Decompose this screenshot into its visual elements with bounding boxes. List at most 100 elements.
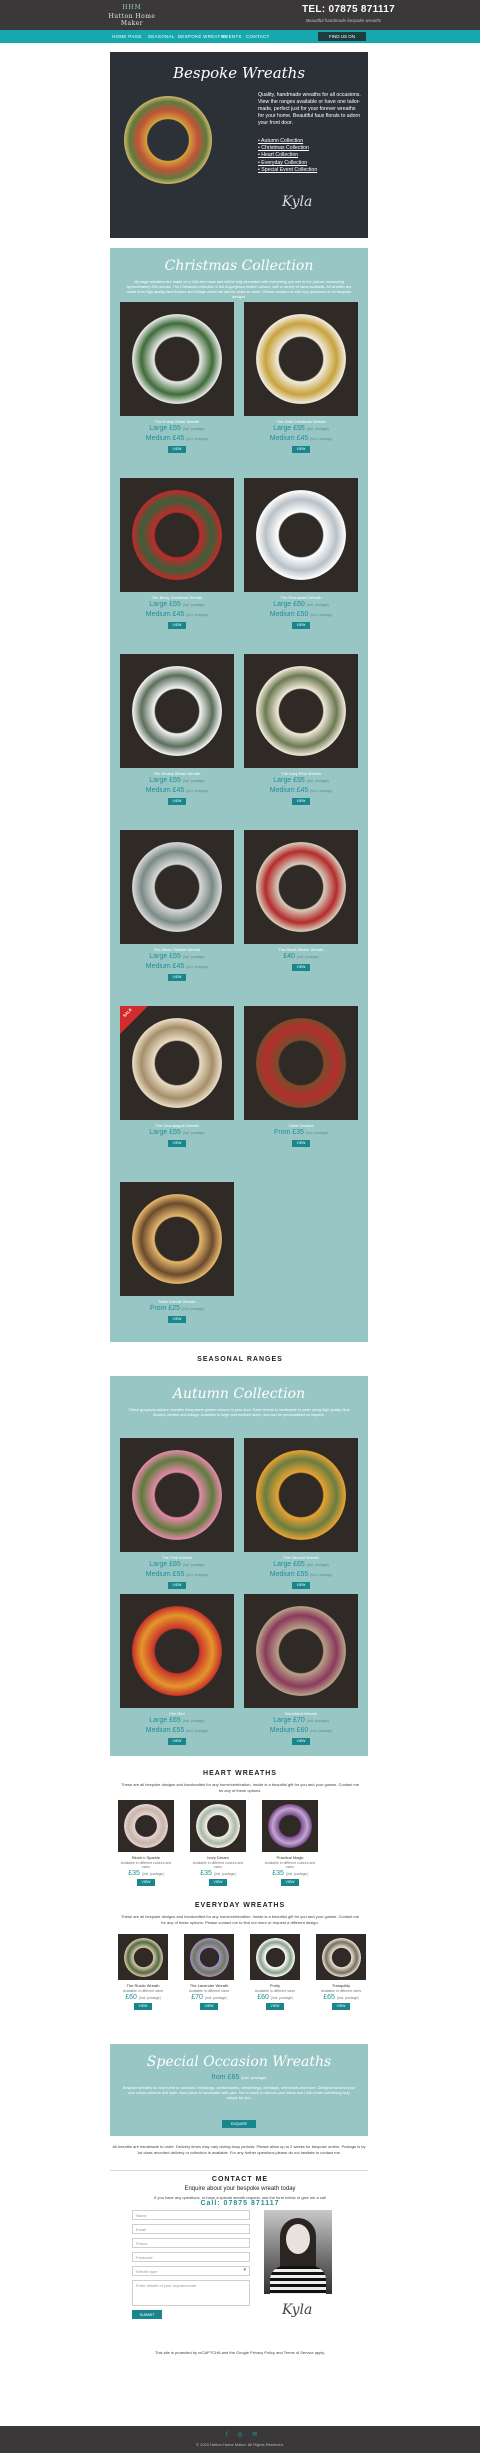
wreath-card[interactable]: SALE The Champagne Wreath Large £55 (incl.… (120, 1006, 234, 1147)
wreath-card[interactable]: The Ivory Pine Wreath Large £55 (incl. po… (244, 654, 358, 805)
view-button[interactable]: VIEW (292, 1738, 310, 1745)
price-note: (incl. postage) (182, 779, 205, 783)
wreath-photo[interactable] (244, 1594, 358, 1708)
postcode-field[interactable]: Postcode (132, 2252, 250, 2262)
wreath-photo[interactable]: SALE (120, 1006, 234, 1120)
small-wreath-card[interactable]: The Rustic Wreath Available in different … (118, 1934, 168, 2010)
wreath-photo[interactable] (118, 1800, 174, 1852)
view-button[interactable]: VIEW (168, 446, 186, 453)
wreath-photo[interactable] (118, 1934, 168, 1980)
wreath-photo[interactable] (120, 302, 234, 416)
heart-heading: HEART WREATHS (203, 1770, 277, 1777)
view-button[interactable]: VIEW (134, 2003, 152, 2010)
wreath-photo[interactable] (120, 1182, 234, 1296)
site-logo[interactable]: HHM Hutton Home Maker (104, 4, 160, 27)
wreath-photo[interactable] (262, 1800, 318, 1852)
wreath-photo[interactable] (244, 478, 358, 592)
small-wreath-card[interactable]: Tranquility Available in different sizes £… (316, 1934, 366, 2010)
occasion-enquire-button[interactable]: ENQUIRE (222, 2120, 256, 2128)
wreath-card[interactable]: The Frosty White Wreath Large £55 (incl. … (120, 302, 234, 453)
wreath-photo[interactable] (120, 478, 234, 592)
wreath-photo[interactable] (120, 830, 234, 944)
view-button[interactable]: VIEW (292, 1140, 310, 1147)
small-wreath-card[interactable]: The Lavender Wreath Available in differen… (184, 1934, 234, 2010)
wreath-photo[interactable] (244, 302, 358, 416)
link-christmas-collection[interactable]: Christmas Collection (258, 145, 362, 152)
nav-bespoke[interactable]: BESPOKE WREATHS (178, 34, 227, 39)
submit-button[interactable]: SUBMIT (132, 2310, 162, 2319)
autumn-title: Autumn Collection (172, 1386, 306, 1402)
link-everyday-collection[interactable]: Everyday Collection (258, 160, 362, 167)
main-nav: HOME PAGE SEASONAL BESPOKE WREATHS EVENT… (0, 30, 480, 43)
nav-contact[interactable]: CONTACT (246, 34, 270, 39)
wreath-card[interactable]: Woodland Wreath Large £70 (incl. postage)… (244, 1594, 358, 1745)
wreath-card[interactable]: The Snowy Winter Wreath Large £55 (incl. … (120, 654, 234, 805)
wreath-photo[interactable] (316, 1934, 366, 1980)
social-icons[interactable]: f ◎ ✉ (226, 2431, 261, 2438)
wreath-photo[interactable] (244, 830, 358, 944)
wreath-card[interactable]: The Pink Wreath Large £65 (incl. postage)… (120, 1438, 234, 1589)
view-button[interactable]: VIEW (200, 2003, 218, 2010)
view-button[interactable]: VIEW (292, 1582, 310, 1589)
view-button[interactable]: VIEW (137, 1878, 155, 1886)
hero-banner: Bespoke Wreaths Quality, handmade wreath… (110, 52, 368, 238)
nav-seasonal[interactable]: SEASONAL (148, 34, 175, 39)
view-button[interactable]: VIEW (168, 974, 186, 981)
nav-events[interactable]: EVENTS (222, 34, 242, 39)
wreath-photo[interactable] (244, 1438, 358, 1552)
nav-cta-button[interactable]: FIND US ON (318, 32, 366, 41)
view-button[interactable]: VIEW (292, 964, 310, 971)
contact-call[interactable]: Call: 07875 871117 (0, 2200, 480, 2207)
wreath-photo[interactable] (120, 1438, 234, 1552)
wreath-photo[interactable] (244, 654, 358, 768)
link-special-event-collection[interactable]: Special Event Collection (258, 167, 362, 174)
wreath-card[interactable]: Table Garland From £35 (incl. postage) VIE… (244, 1006, 358, 1147)
wreath-card[interactable]: The Heart Wicker Wreath £40 (incl. postag… (244, 830, 358, 971)
wreath-card[interactable]: Fire Red Large £65 (incl. postage) Medium … (120, 1594, 234, 1745)
wreath-photo[interactable] (184, 1934, 234, 1980)
wreath-card[interactable]: The Berry Christmas Wreath Large £55 (inc… (120, 478, 234, 629)
wreath-image (132, 1606, 222, 1696)
price-note: (incl. postage) (186, 613, 209, 617)
view-button[interactable]: VIEW (292, 622, 310, 629)
nav-home[interactable]: HOME PAGE (112, 34, 142, 39)
view-button[interactable]: VIEW (168, 1582, 186, 1589)
view-button[interactable]: VIEW (266, 2003, 284, 2010)
price-note: (incl. postage) (310, 613, 333, 617)
message-textarea[interactable]: Enter details of your requirements (132, 2280, 250, 2306)
small-wreath-card[interactable]: Purity Available in different sizes £60 (i… (250, 1934, 300, 2010)
view-button[interactable]: VIEW (168, 1316, 186, 1323)
small-wreath-card[interactable]: Blush n Sparkle Available in different co… (118, 1800, 174, 1886)
link-autumn-collection[interactable]: Autumn Collection (258, 138, 362, 145)
contact-signature: Kyla (282, 2302, 313, 2318)
wreath-card[interactable]: The Gold Christmas Wreath Large £55 (incl… (244, 302, 358, 453)
wreath-photo[interactable] (120, 654, 234, 768)
view-button[interactable]: VIEW (292, 446, 310, 453)
wreath-card[interactable]: The Silver Twinkle Wreath Large £55 (incl… (120, 830, 234, 981)
view-button[interactable]: VIEW (332, 2003, 350, 2010)
link-heart-collection[interactable]: Heart Collection (258, 152, 362, 159)
wreath-card[interactable]: The Enchanted Wreath Large £60 (incl. pos… (244, 478, 358, 629)
header-phone[interactable]: TEL: 07875 871117 (302, 4, 395, 15)
small-wreath-card[interactable]: Practical Magic Available in different co… (262, 1800, 318, 1886)
view-button[interactable]: VIEW (209, 1878, 227, 1886)
wreath-photo[interactable] (120, 1594, 234, 1708)
price-note: (incl. postage) (336, 1996, 359, 2000)
wreath-photo[interactable] (250, 1934, 300, 1980)
view-button[interactable]: VIEW (281, 1878, 299, 1886)
wreath-card[interactable]: Table Candle Wreath From £25 (incl. posta… (120, 1182, 234, 1323)
wreath-type-select[interactable]: Wreath type (132, 2266, 250, 2276)
wreath-card[interactable]: The Harvest Wreath Large £65 (incl. posta… (244, 1438, 358, 1589)
name-field[interactable]: Name (132, 2210, 250, 2220)
email-field[interactable]: Email (132, 2224, 250, 2234)
view-button[interactable]: VIEW (292, 798, 310, 805)
small-wreath-card[interactable]: Ivory Dream Available in different colour… (190, 1800, 246, 1886)
view-button[interactable]: VIEW (168, 622, 186, 629)
view-button[interactable]: VIEW (168, 1140, 186, 1147)
wreath-photo[interactable] (244, 1006, 358, 1120)
view-button[interactable]: VIEW (168, 798, 186, 805)
wreath-price: Large £55 (incl. postage) (149, 601, 205, 608)
wreath-photo[interactable] (190, 1800, 246, 1852)
phone-field[interactable]: Phone (132, 2238, 250, 2248)
view-button[interactable]: VIEW (168, 1738, 186, 1745)
